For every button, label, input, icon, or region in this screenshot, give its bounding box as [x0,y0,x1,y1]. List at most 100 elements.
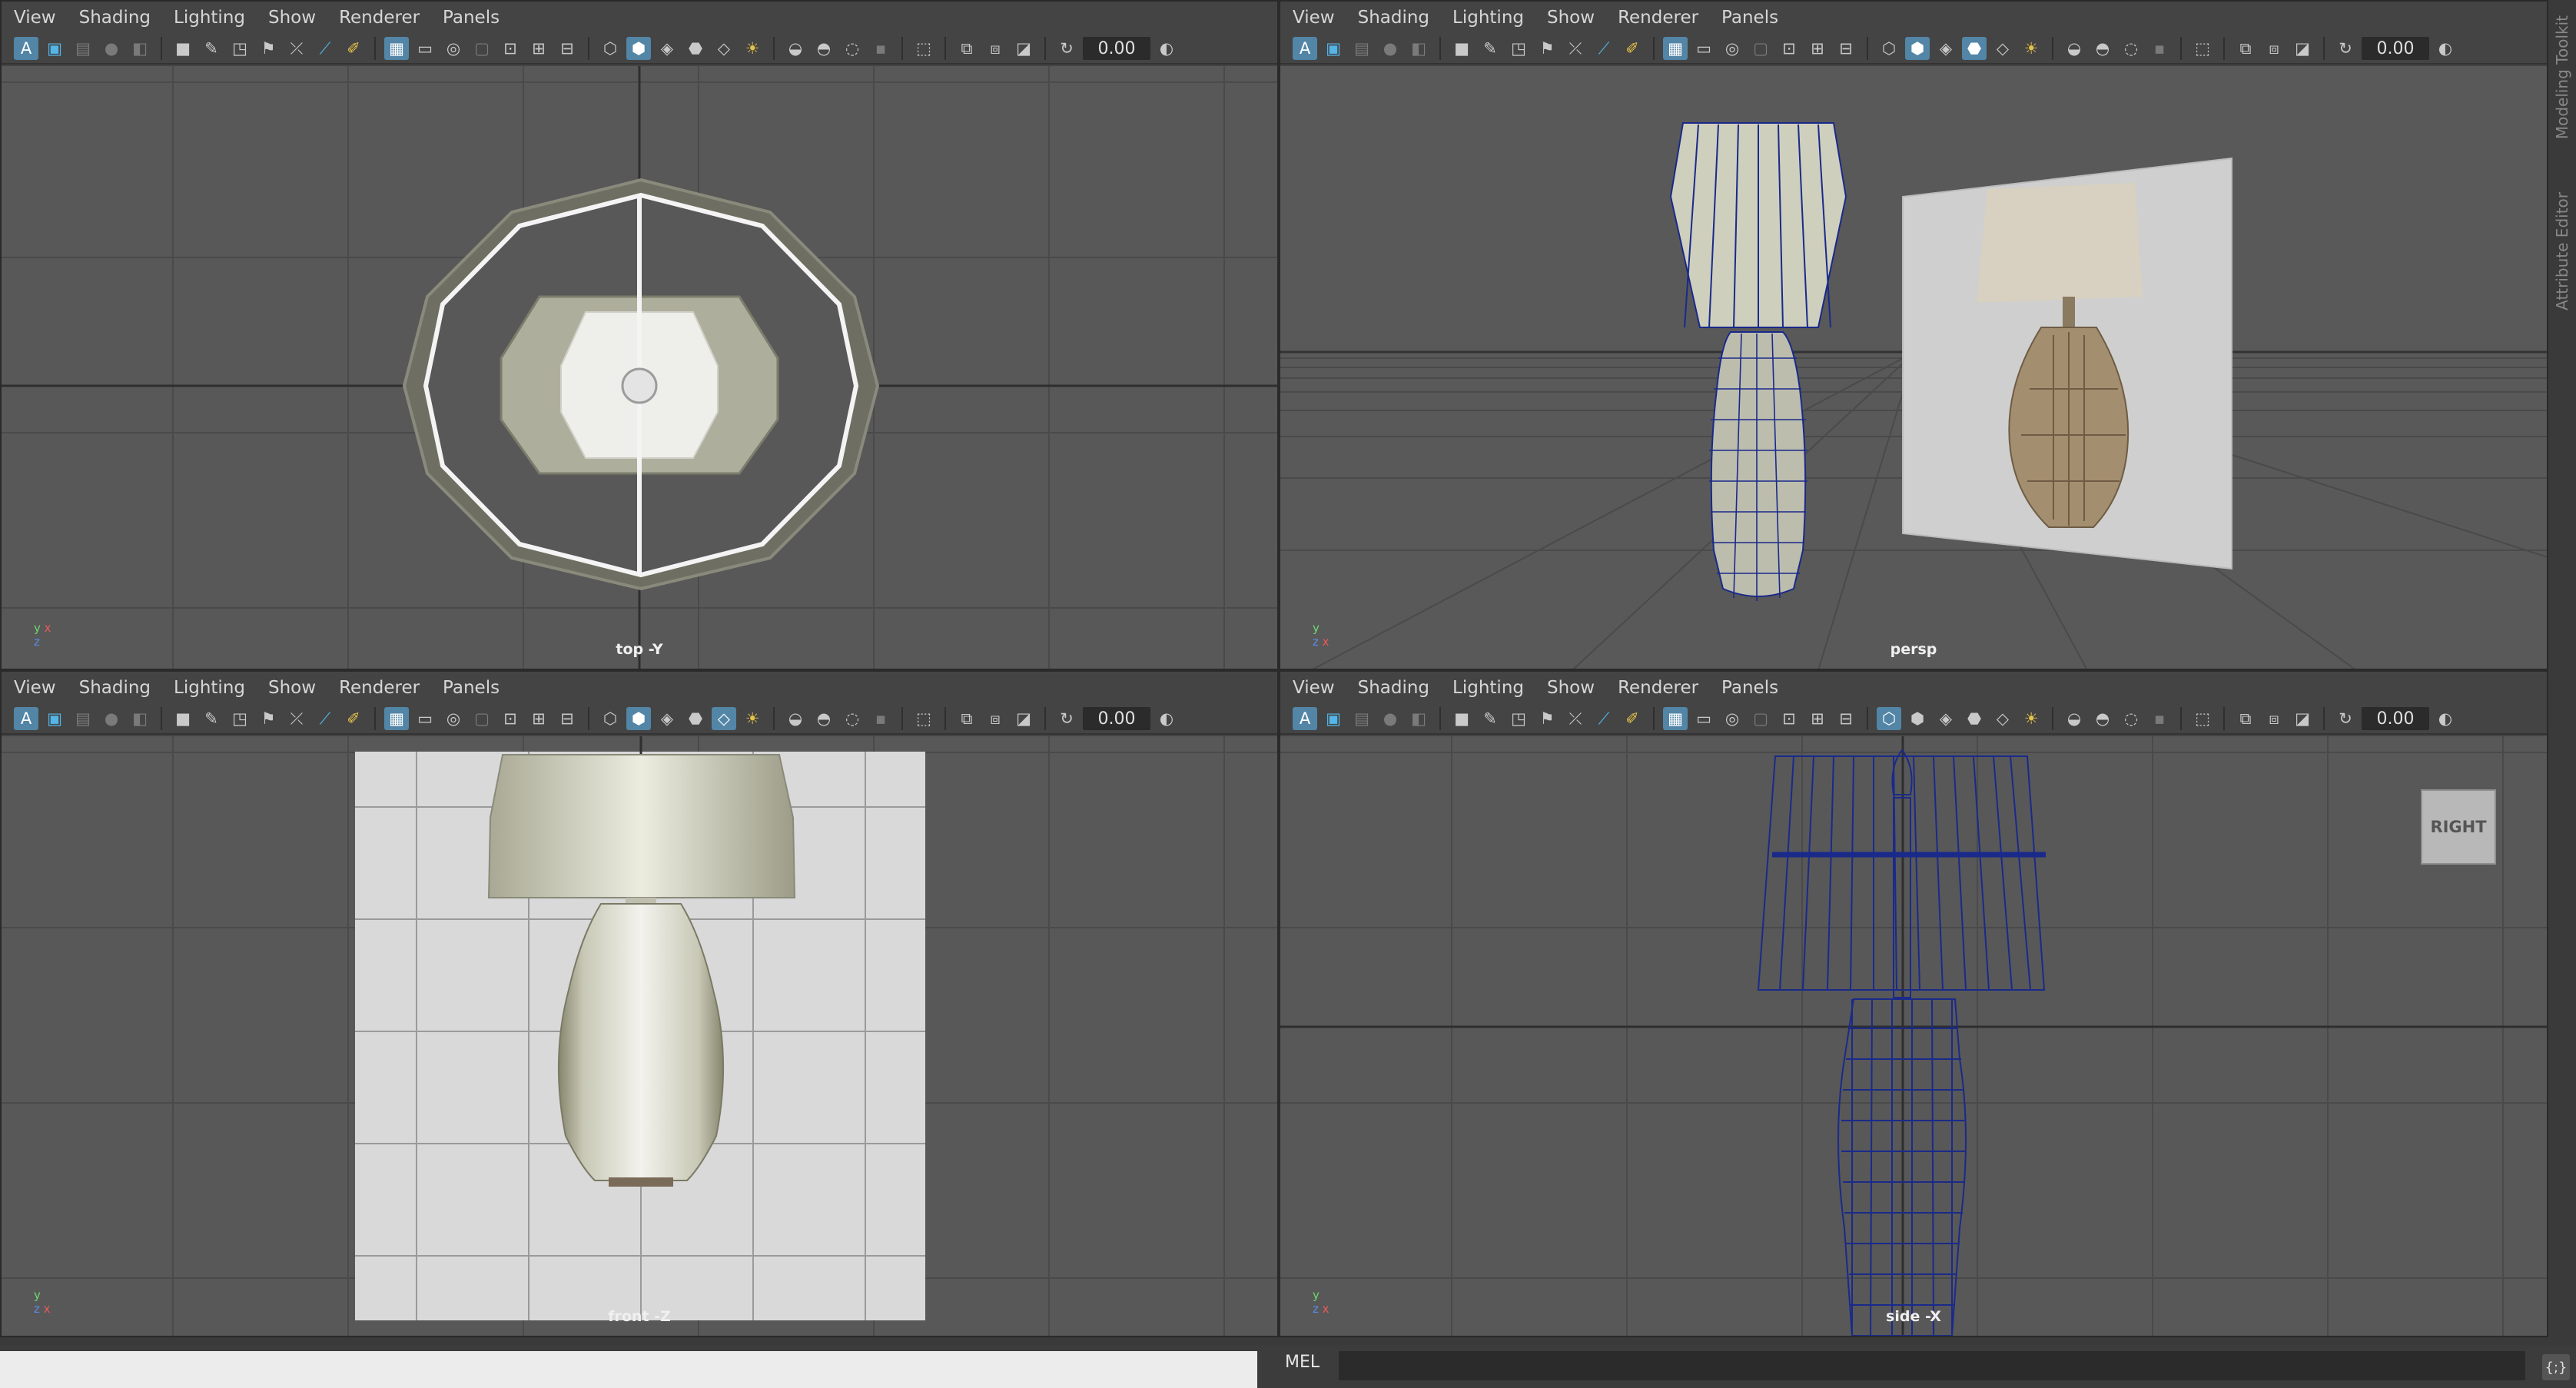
menu-show[interactable]: Show [1547,8,1595,28]
menu-renderer[interactable]: Renderer [339,8,420,28]
use-all-lights-icon[interactable]: ◇ [1990,707,2015,730]
film-gate-icon[interactable]: ◳ [1506,37,1531,60]
paint-icon[interactable]: ⟋ [313,707,337,730]
smooth-shade-icon[interactable]: ⬢ [626,37,651,60]
mel-label[interactable]: MEL [1285,1353,1320,1372]
gate-mask-icon[interactable]: ▢ [1748,37,1773,60]
select-camera-icon[interactable]: A [14,37,38,60]
ambient-occlusion-icon[interactable]: ◓ [812,37,836,60]
xray-components-icon[interactable]: ◪ [1011,707,1036,730]
viewport-top[interactable]: View Shading Lighting Show Renderer Pane… [0,0,1279,670]
pan-icon[interactable]: ⤫ [284,707,309,730]
grease-pencil-icon[interactable]: ✎ [199,37,224,60]
xray-joints-icon[interactable]: ⧈ [983,37,1007,60]
menu-view[interactable]: View [1293,8,1335,28]
field-chart-icon[interactable]: ⊡ [498,707,523,730]
pan-icon[interactable]: ⤫ [1563,37,1588,60]
use-all-lights-icon[interactable]: ◇ [712,707,736,730]
viewport-canvas[interactable]: y z x persp [1280,66,2547,669]
safe-action-icon[interactable]: ⊞ [526,37,551,60]
use-all-lights-icon[interactable]: ◇ [712,37,736,60]
viewport-canvas[interactable]: y x z top -Y [2,66,1277,669]
grid-icon[interactable]: ▦ [384,707,409,730]
pencil-icon[interactable]: ✐ [341,37,366,60]
xray-icon[interactable]: ⧉ [2233,37,2258,60]
tab-attribute-editor[interactable]: Attribute Editor [2553,192,2571,310]
menu-lighting[interactable]: Lighting [1452,678,1524,698]
two-d-pan-icon[interactable]: ◧ [1406,37,1431,60]
gamma-icon[interactable]: ◐ [2433,707,2458,730]
camera-icon[interactable]: ■ [1449,37,1474,60]
camera-icon[interactable]: ■ [171,707,195,730]
anti-alias-icon[interactable]: ▪ [868,707,893,730]
gate-mask-icon[interactable]: ▢ [470,707,494,730]
film-gate-toggle-icon[interactable]: ▭ [413,707,437,730]
viewport-front[interactable]: View Shading Lighting Show Renderer Pane… [0,670,1279,1337]
grease-pencil-icon[interactable]: ✎ [1478,707,1502,730]
film-gate-toggle-icon[interactable]: ▭ [1691,37,1716,60]
menu-shading[interactable]: Shading [1358,8,1429,28]
pencil-icon[interactable]: ✐ [1620,707,1645,730]
gate-mask-icon[interactable]: ▢ [1748,707,1773,730]
camera-attributes-icon[interactable]: ▣ [1321,37,1346,60]
wireframe-icon[interactable]: ⬡ [1877,707,1901,730]
bookmark-flag-icon[interactable]: ⚑ [256,37,281,60]
menu-view[interactable]: View [14,678,56,698]
viewport-canvas[interactable]: y z x front -Z [2,736,1277,1336]
resolution-gate-icon[interactable]: ◎ [441,37,466,60]
wireframe-on-shaded-icon[interactable]: ◈ [1934,37,1958,60]
grease-pencil-icon[interactable]: ✎ [1478,37,1502,60]
camera-attributes-icon[interactable]: ▣ [42,707,67,730]
two-d-pan-icon[interactable]: ◧ [128,707,152,730]
light-icon[interactable]: ☀ [2019,37,2043,60]
smooth-shade-icon[interactable]: ⬢ [626,707,651,730]
wireframe-icon[interactable]: ⬡ [598,37,622,60]
anti-alias-icon[interactable]: ▪ [2147,37,2172,60]
wireframe-icon[interactable]: ⬡ [598,707,622,730]
shadow-icon[interactable]: ◒ [2062,37,2086,60]
pan-icon[interactable]: ⤫ [284,37,309,60]
refresh-icon[interactable]: ↻ [1054,707,1079,730]
menu-panels[interactable]: Panels [1721,8,1778,28]
two-d-pan-icon[interactable]: ◧ [128,37,152,60]
film-gate-toggle-icon[interactable]: ▭ [1691,707,1716,730]
menu-shading[interactable]: Shading [79,678,151,698]
bookmark-flag-icon[interactable]: ⚑ [1535,37,1559,60]
menu-renderer[interactable]: Renderer [1618,8,1698,28]
xray-components-icon[interactable]: ◪ [2290,37,2315,60]
xray-joints-icon[interactable]: ⧈ [983,707,1007,730]
resolution-gate-icon[interactable]: ◎ [441,707,466,730]
menu-show[interactable]: Show [1547,678,1595,698]
xray-icon[interactable]: ⧉ [954,37,979,60]
safe-action-icon[interactable]: ⊞ [526,707,551,730]
bookmark-icon[interactable]: ▤ [71,707,95,730]
gate-mask-icon[interactable]: ▢ [470,37,494,60]
wireframe-on-shaded-icon[interactable]: ◈ [655,707,679,730]
safe-title-icon[interactable]: ⊟ [555,37,579,60]
select-camera-icon[interactable]: A [14,707,38,730]
isolate-select-icon[interactable]: ⬚ [911,707,936,730]
bookmark-icon[interactable]: ▤ [71,37,95,60]
menu-panels[interactable]: Panels [443,678,500,698]
light-icon[interactable]: ☀ [740,707,765,730]
menu-lighting[interactable]: Lighting [174,678,245,698]
xray-components-icon[interactable]: ◪ [2290,707,2315,730]
viewport-side[interactable]: View Shading Lighting Show Renderer Pane… [1279,670,2548,1337]
xray-joints-icon[interactable]: ⧈ [2262,707,2286,730]
paint-icon[interactable]: ⟋ [1592,37,1616,60]
safe-action-icon[interactable]: ⊞ [1805,707,1830,730]
view-cube[interactable]: RIGHT [2421,789,2496,865]
mel-input[interactable] [1339,1351,2525,1380]
field-chart-icon[interactable]: ⊡ [1777,37,1801,60]
select-camera-icon[interactable]: A [1293,707,1317,730]
light-icon[interactable]: ☀ [2019,707,2043,730]
bookmark-icon[interactable]: ▤ [1349,37,1374,60]
field-chart-icon[interactable]: ⊡ [498,37,523,60]
refresh-icon[interactable]: ↻ [1054,37,1079,60]
isolate-select-icon[interactable]: ⬚ [2190,707,2215,730]
bookmark-flag-icon[interactable]: ⚑ [256,707,281,730]
gamma-icon[interactable]: ◐ [1154,37,1179,60]
menu-view[interactable]: View [14,8,56,28]
image-plane-icon[interactable]: ● [1378,37,1403,60]
xray-icon[interactable]: ⧉ [954,707,979,730]
